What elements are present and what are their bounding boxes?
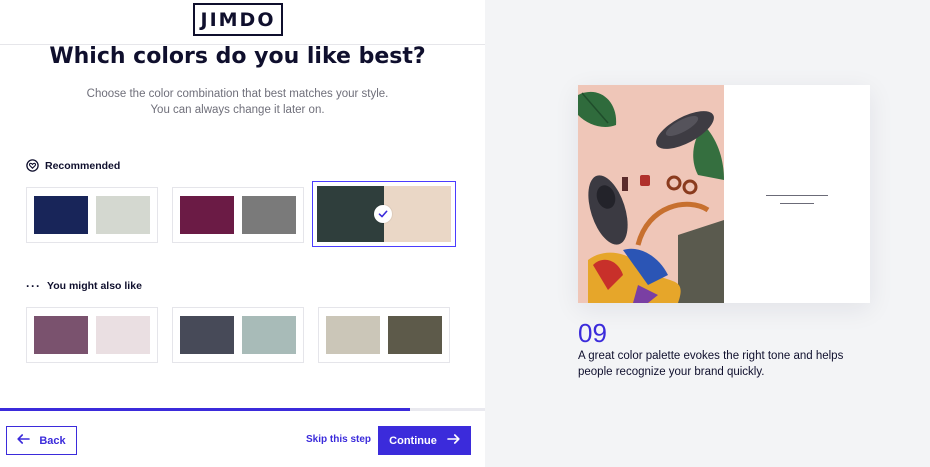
arrow-right-icon	[447, 434, 460, 447]
back-button[interactable]: Back	[6, 426, 77, 455]
palette-swatch-primary	[180, 316, 234, 354]
palette-swatch-secondary	[388, 316, 442, 354]
jimdo-logo: JIMDO	[193, 3, 283, 36]
continue-button-label: Continue	[389, 434, 437, 447]
preview-text-line	[766, 195, 828, 196]
tip-description: A great color palette evokes the right t…	[578, 350, 844, 378]
palette-swatch-secondary	[96, 316, 150, 354]
heart-badge-icon	[26, 159, 39, 172]
tip-number: 09	[578, 318, 607, 348]
palette-swatch-secondary	[242, 196, 296, 234]
palette-option-5[interactable]	[172, 307, 304, 363]
palette-swatch-primary	[180, 196, 234, 234]
page-subtitle: Choose the color combination that best m…	[0, 86, 475, 118]
palette-swatch-primary	[326, 316, 380, 354]
website-preview	[578, 85, 870, 303]
palette-option-1[interactable]	[26, 187, 158, 243]
palette-swatch-secondary	[242, 316, 296, 354]
palette-swatch-primary	[34, 316, 88, 354]
preview-photo	[578, 85, 724, 303]
palette-swatch-primary	[34, 196, 88, 234]
palette-option-3-selected[interactable]	[312, 181, 456, 247]
more-label: You might also like	[47, 280, 142, 292]
checkmark-icon	[374, 205, 392, 223]
recommended-heading: Recommended	[26, 159, 120, 172]
setup-panel: JIMDO Which colors do you like best? Cho…	[0, 0, 485, 467]
palette-option-2[interactable]	[172, 187, 304, 243]
palette-option-4[interactable]	[26, 307, 158, 363]
skip-step-link[interactable]: Skip this step	[306, 434, 371, 445]
palette-swatch-secondary	[96, 196, 150, 234]
back-button-label: Back	[39, 434, 66, 447]
subtitle-line-1: Choose the color combination that best m…	[86, 88, 389, 100]
progress-bar	[0, 408, 485, 411]
page-title: Which colors do you like best?	[49, 44, 426, 69]
more-dots-icon: ···	[26, 279, 41, 293]
preview-text-line	[780, 203, 814, 204]
subtitle-line-2: You can always change it later on.	[150, 104, 325, 116]
recommended-label: Recommended	[45, 159, 121, 172]
continue-button[interactable]: Continue	[378, 426, 471, 455]
more-heading: ··· You might also like	[26, 280, 142, 292]
progress-bar-fill	[0, 408, 410, 411]
arrow-left-icon	[17, 434, 31, 447]
palette-option-6[interactable]	[318, 307, 450, 363]
preview-panel	[485, 0, 930, 467]
palette-swatch-secondary	[384, 186, 451, 242]
